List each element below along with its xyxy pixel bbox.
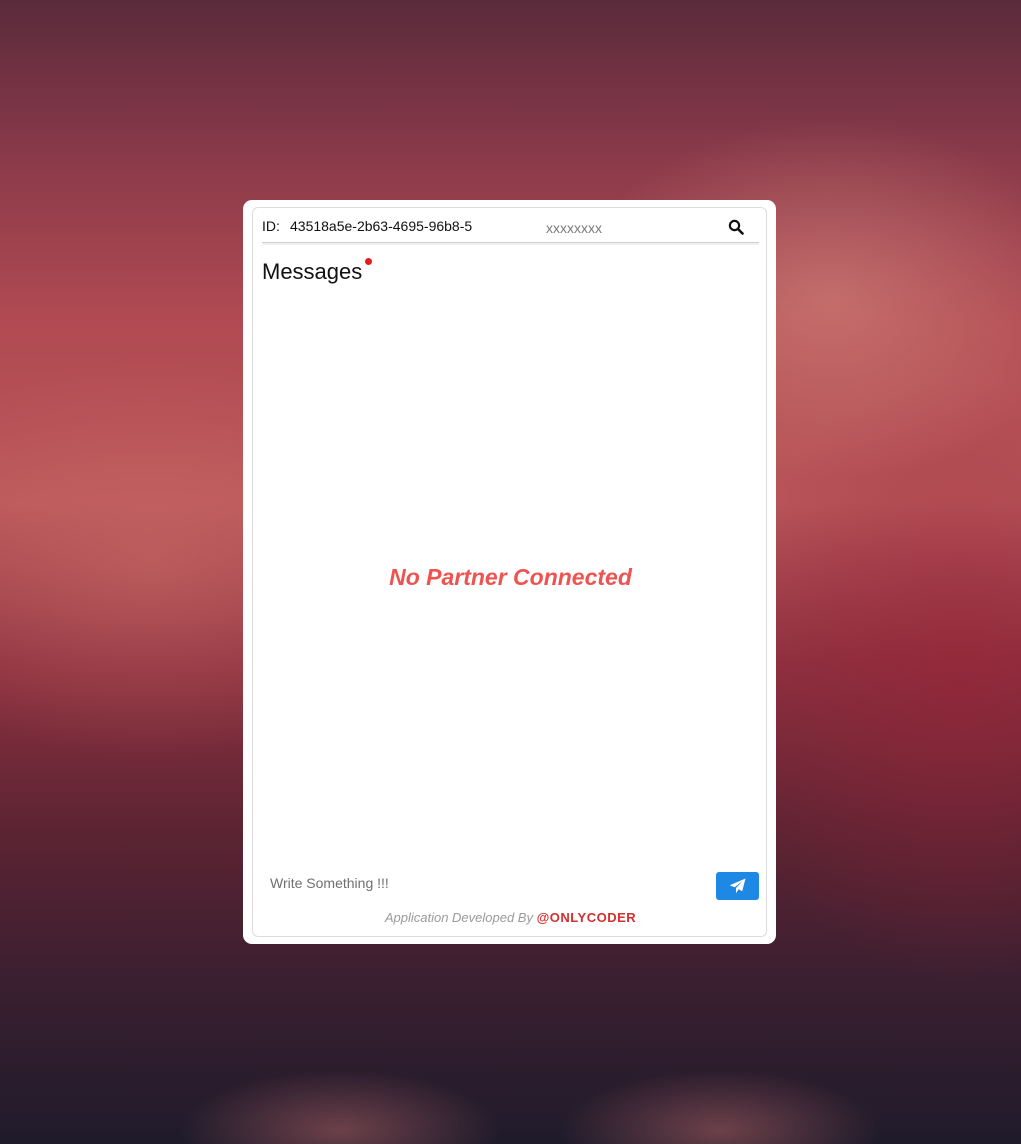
send-button[interactable] (716, 872, 759, 900)
notification-dot (365, 258, 372, 265)
search-icon (728, 219, 744, 235)
chat-card: ID: 43518a5e-2b63-4695-96b8-5 Messages N… (243, 200, 776, 944)
connect-search-button[interactable] (728, 219, 748, 239)
footer: Application Developed By @ONLYCODER (253, 910, 768, 925)
footer-credit-text: Application Developed By (384, 910, 533, 925)
paper-plane-icon (729, 878, 746, 894)
id-label: ID: (262, 218, 280, 234)
connection-bar: ID: 43518a5e-2b63-4695-96b8-5 (262, 216, 759, 243)
chat-panel: ID: 43518a5e-2b63-4695-96b8-5 Messages N… (252, 207, 767, 937)
messages-title: Messages (262, 259, 363, 284)
no-partner-message: No Partner Connected (389, 564, 632, 590)
message-input[interactable] (262, 868, 702, 898)
developer-link[interactable]: @ONLYCODER (537, 910, 637, 925)
my-peer-id[interactable]: 43518a5e-2b63-4695-96b8-5 (290, 218, 472, 234)
partner-id-input[interactable] (536, 216, 722, 240)
